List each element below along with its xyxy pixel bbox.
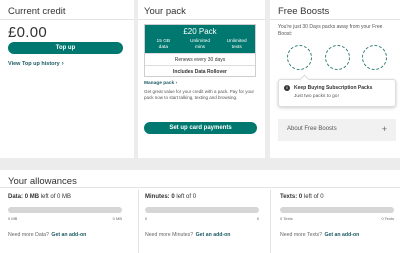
allowance-name: Minutes: [145, 194, 170, 200]
your-pack-panel: Your pack £20 Pack 15 GB data Unlimited … [138, 0, 265, 158]
credit-balance: £0.00 [8, 24, 48, 41]
allowance-left-of: left of 0 MB [40, 194, 72, 200]
free-boosts-description: You're just 30 Days packs away from your… [278, 24, 383, 37]
allowance-bar-ticks: 0 0 [145, 216, 259, 221]
bar-min-label: 0 Texts [280, 216, 293, 221]
divider [138, 190, 139, 253]
bar-min-label: 0 [145, 216, 148, 221]
allowances-title: Your allowances [0, 170, 400, 188]
bar-max-label: 0 [256, 216, 259, 221]
get-addon-link[interactable]: Get an add-on [324, 232, 359, 238]
pack-features: 15 GB data Unlimited mins Unlimited text… [145, 37, 255, 53]
plus-icon[interactable]: + [382, 124, 387, 134]
boost-tooltip-title: Keep Buying Subscription Packs [294, 85, 373, 91]
bar-min-label: 0 MB [8, 216, 18, 221]
pack-card: £20 Pack 15 GB data Unlimited mins Unlim… [144, 24, 256, 77]
allowance-bar-ticks: 0 Texts 0 Texts [280, 216, 394, 221]
pack-renew-text: Renews every 30 days [145, 53, 255, 65]
allowance-amount: 0 [171, 194, 175, 200]
chevron-right-icon: › [175, 81, 178, 86]
allowance-addon-row: Need more Texts? Get an add-on [280, 232, 398, 238]
manage-pack-link[interactable]: Manage pack › [144, 81, 177, 86]
pack-header: £20 Pack 15 GB data Unlimited mins Unlim… [145, 25, 255, 53]
about-free-boosts-accordion[interactable]: About Free Boosts + [278, 119, 396, 141]
pack-feature-data: 15 GB data [145, 37, 182, 53]
allowance-amount: 0 [298, 194, 303, 200]
boost-progress-circle [362, 45, 387, 70]
need-more-text: Need more Minutes? [145, 232, 194, 238]
pack-name: £20 Pack [183, 27, 217, 36]
chevron-right-icon: › [61, 61, 64, 67]
get-addon-link[interactable]: Get an add-on [196, 232, 231, 238]
free-boosts-panel: Free Boosts You're just 30 Days packs aw… [270, 0, 400, 158]
allowance-progress-bar [145, 207, 259, 213]
need-more-text: Need more Data? [8, 232, 49, 238]
top-panels: Current credit £0.00 Top up View Top up … [0, 0, 400, 158]
pack-feature-unit: data [158, 44, 168, 50]
top-up-history-link[interactable]: View Top up history › [8, 61, 64, 67]
top-up-history-label: View Top up history [8, 61, 60, 67]
pack-feature-unit: texts [231, 44, 242, 50]
allowance-label: Data: 0 MB left of 0 MB [8, 194, 126, 203]
need-more-text: Need more Texts? [280, 232, 322, 238]
boost-progress-circle [325, 45, 350, 70]
current-credit-title: Current credit [0, 0, 134, 20]
allowance-label: Minutes: 0 left of 0 [145, 194, 263, 203]
allowances-panel: Your allowances Data: 0 MB left of 0 MB … [0, 170, 400, 253]
divider [270, 190, 271, 253]
pack-feature-mins: Unlimited mins [182, 37, 219, 53]
pack-feature-unit: mins [194, 44, 206, 50]
allowance-data: Data: 0 MB left of 0 MB 0 MB 0 MB Need m… [8, 194, 126, 238]
about-free-boosts-label: About Free Boosts [287, 126, 337, 132]
setup-card-payments-button[interactable]: Set up card payments [144, 122, 257, 134]
top-up-button[interactable]: Top up [8, 42, 123, 54]
allowance-progress-bar [8, 207, 122, 213]
allowance-name: Data: [8, 194, 24, 200]
pack-rollover-text: Includes Data Rollover [145, 65, 255, 77]
allowance-amount: 0 MB [24, 194, 40, 200]
allowance-addon-row: Need more Minutes? Get an add-on [145, 232, 263, 238]
bar-max-label: 0 Texts [381, 216, 394, 221]
allowance-progress-bar [280, 207, 394, 213]
free-boosts-title: Free Boosts [270, 0, 400, 20]
allowance-texts: Texts: 0 left of 0 0 Texts 0 Texts Need … [280, 194, 398, 238]
current-credit-panel: Current credit £0.00 Top up View Top up … [0, 0, 134, 158]
manage-pack-label: Manage pack [144, 81, 175, 86]
allowance-label: Texts: 0 left of 0 [280, 194, 398, 203]
allowance-left-of: left of 0 [303, 194, 324, 200]
allowance-minutes: Minutes: 0 left of 0 0 0 Need more Minut… [145, 194, 263, 238]
pack-feature-texts: Unlimited texts [218, 37, 255, 53]
boost-progress-circle [287, 45, 312, 70]
info-icon: i [284, 85, 290, 91]
boost-tooltip: i Keep Buying Subscription Packs Just tw… [278, 79, 396, 107]
allowance-left-of: left of 0 [176, 194, 197, 200]
boost-tooltip-subtitle: Just two packs to go! [294, 94, 339, 99]
your-pack-title: Your pack [138, 0, 265, 20]
allowance-bar-ticks: 0 MB 0 MB [8, 216, 122, 221]
pack-description: Get great value for your credit with a p… [144, 89, 255, 100]
allowance-name: Texts: [280, 194, 298, 200]
allowance-addon-row: Need more Data? Get an add-on [8, 232, 126, 238]
bar-max-label: 0 MB [112, 216, 122, 221]
get-addon-link[interactable]: Get an add-on [51, 232, 86, 238]
